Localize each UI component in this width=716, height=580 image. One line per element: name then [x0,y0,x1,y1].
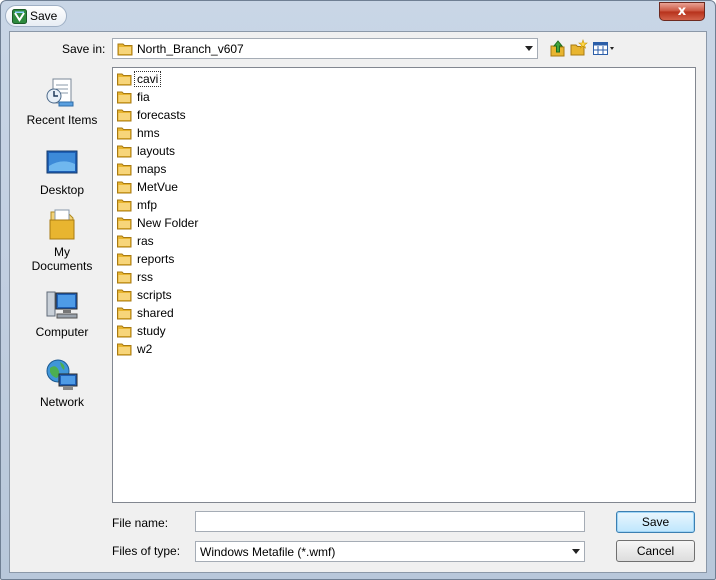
folder-icon [117,163,132,176]
folder-icon [117,199,132,212]
file-name-label: File name: [112,516,169,530]
list-item[interactable]: reports [115,250,176,268]
list-item-label: cavi [133,71,162,87]
chevron-down-icon[interactable] [525,46,533,51]
create-new-folder-button[interactable] [570,38,588,58]
computer-icon [46,291,78,319]
folder-icon [117,127,132,140]
place-network[interactable]: Network [14,358,110,409]
java-app-icon [12,9,27,24]
place-desktop[interactable]: Desktop [14,146,110,197]
list-item[interactable]: fia [115,88,152,106]
place-computer[interactable]: Computer [14,288,110,339]
place-label-line1: My [54,245,70,259]
save-button[interactable]: Save [616,511,695,533]
list-item[interactable]: cavi [115,70,162,88]
folder-icon [117,307,132,320]
places-bar: Recent Items Desktop My Documents Comput… [14,68,110,502]
list-item-label: layouts [137,144,176,158]
list-item-label: reports [137,252,175,266]
file-list[interactable]: cavi fia forecasts hms layouts maps MetVue mfp N… [112,67,696,503]
list-item-label: study [137,324,166,338]
folder-icon [117,217,132,230]
list-item[interactable]: ras [115,232,156,250]
list-item[interactable]: w2 [115,340,154,358]
list-item-label: MetVue [137,180,178,194]
list-item-label: w2 [137,342,153,356]
place-label-line2: Documents [31,259,93,273]
list-item[interactable]: maps [115,160,168,178]
folder-icon [117,109,132,122]
file-name-input[interactable] [195,511,585,532]
chevron-down-icon[interactable] [572,549,580,554]
save-dialog-window: Save x Save in: North_Branch_v607 Recent… [0,0,716,580]
recent-items-icon [46,78,74,107]
list-item-label: rss [137,270,153,284]
my-documents-icon [49,209,75,240]
close-button[interactable]: x [659,2,705,21]
up-one-level-button[interactable] [549,38,567,58]
file-type-value: Windows Metafile (*.wmf) [200,545,336,559]
list-item-label: fia [137,90,150,104]
place-label: Desktop [39,183,85,197]
save-in-combo[interactable]: North_Branch_v607 [112,38,538,59]
place-label: Recent Items [26,113,98,127]
folder-icon [117,343,132,356]
file-type-combo[interactable]: Windows Metafile (*.wmf) [195,541,585,562]
list-item-label: forecasts [137,108,186,122]
folder-icon [117,271,132,284]
list-item-label: hms [137,126,160,140]
place-my-documents[interactable]: My Documents [14,208,110,273]
up-one-level-icon [550,40,565,57]
file-type-label: Files of type: [112,544,181,558]
list-item[interactable]: rss [115,268,155,286]
place-recent-items[interactable]: Recent Items [14,76,110,127]
create-new-folder-icon [570,39,588,56]
window-title: Save [30,9,58,23]
list-item-label: shared [137,306,174,320]
desktop-icon [46,150,78,174]
title-bar[interactable]: Save x [1,1,715,31]
close-icon: x [677,4,687,19]
folder-icon [117,289,132,302]
list-item-label: mfp [137,198,158,212]
view-menu-icon [593,42,614,55]
place-label: Network [39,395,84,409]
list-item[interactable]: study [115,322,168,340]
list-item[interactable]: layouts [115,142,177,160]
view-menu-button[interactable] [592,38,616,58]
list-item[interactable]: hms [115,124,162,142]
list-item-label: New Folder [137,216,199,230]
folder-icon [117,325,132,338]
list-item[interactable]: mfp [115,196,159,214]
save-in-label: Save in: [62,42,106,56]
dialog-client-area: Save in: North_Branch_v607 Recent Items … [9,31,707,573]
folder-icon [117,73,132,86]
list-item[interactable]: New Folder [115,214,200,232]
list-item-label: scripts [137,288,172,302]
folder-icon [117,253,132,266]
folder-icon [117,43,133,56]
title-pill: Save [5,5,67,27]
list-item-label: ras [137,234,154,248]
folder-icon [117,91,132,104]
list-item[interactable]: MetVue [115,178,180,196]
network-icon [46,359,78,390]
folder-icon [117,235,132,248]
folder-icon [117,145,132,158]
list-item-label: maps [137,162,167,176]
folder-icon [117,181,132,194]
list-item[interactable]: shared [115,304,176,322]
place-label: Computer [35,325,89,339]
save-in-value: North_Branch_v607 [137,42,244,56]
cancel-button[interactable]: Cancel [616,540,695,562]
list-item[interactable]: forecasts [115,106,188,124]
list-item[interactable]: scripts [115,286,174,304]
